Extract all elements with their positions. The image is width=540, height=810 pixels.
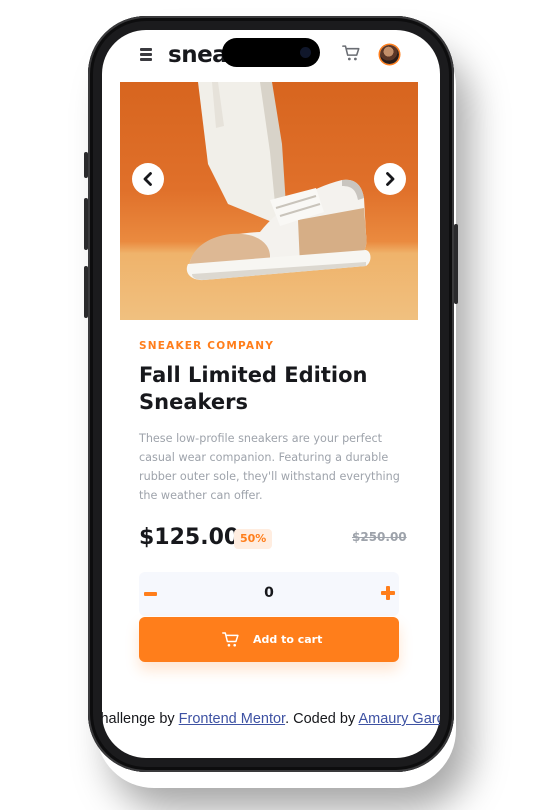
phone-power-button (454, 224, 458, 304)
phone-volume-up-button (84, 198, 88, 250)
phone-volume-down-button (84, 266, 88, 318)
attribution-middle: . Coded by (285, 711, 359, 727)
attribution: Challenge by Frontend Mentor. Coded by A… (102, 711, 440, 731)
frontend-mentor-link[interactable]: Frontend Mentor (179, 711, 285, 727)
attribution-prefix: Challenge by (102, 711, 175, 727)
author-link[interactable]: Amaury Garcia (358, 711, 440, 727)
screen-overlay: Challenge by Frontend Mentor. Coded by A… (102, 30, 440, 758)
phone-action-button (84, 152, 88, 178)
attribution-text: Challenge by Frontend Mentor. Coded by A… (102, 711, 440, 727)
